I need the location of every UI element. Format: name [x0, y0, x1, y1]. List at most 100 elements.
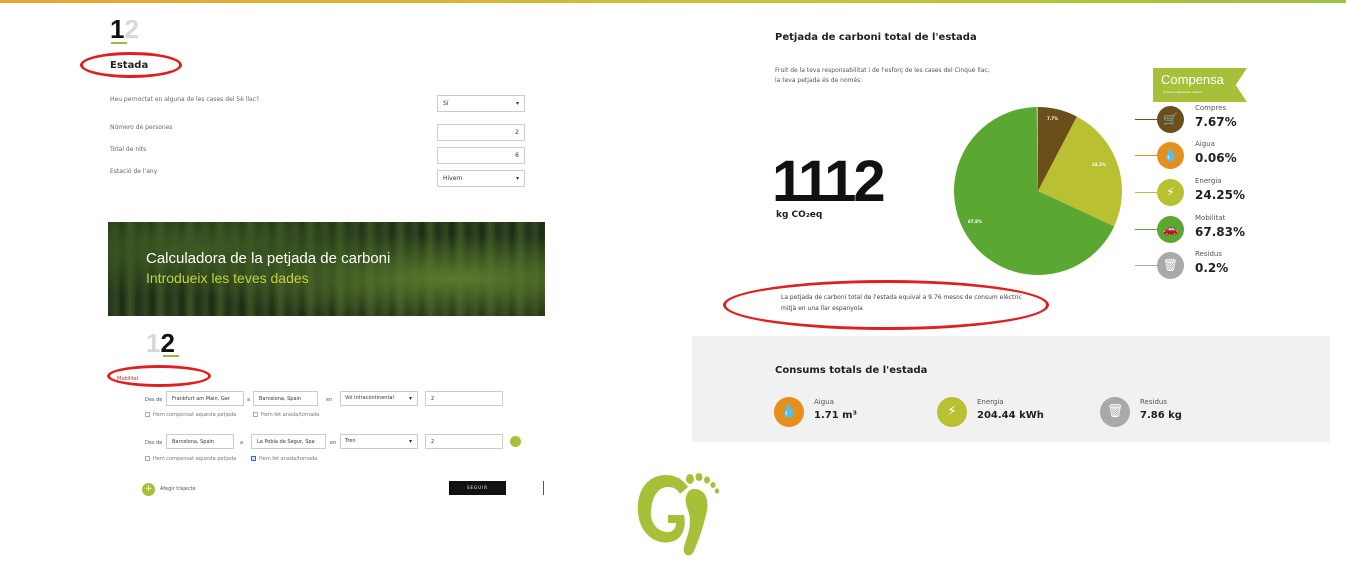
step-number-inactive[interactable]: 1 [146, 328, 160, 358]
trip-from-input[interactable]: Frankfurt am Main, Ger [166, 391, 244, 406]
car-icon: 🚗 [1157, 216, 1184, 243]
legend-percentage: 0.2% [1195, 261, 1229, 275]
pie-slices [954, 107, 1122, 276]
legend-name: Mobilitat [1195, 214, 1226, 222]
legend-row-aigua: 💧 Aigua 0.06% [1135, 140, 1255, 170]
banner-title: Calculadora de la petjada de carboni [146, 250, 391, 267]
step-number-active: 1 [110, 14, 125, 44]
total-name: Residus [1140, 398, 1167, 406]
pie-label-compres: 7.7% [1047, 116, 1059, 121]
step-number-inactive[interactable]: 2 [124, 14, 138, 44]
trip-count-input[interactable]: 2 [425, 434, 503, 449]
checkbox-label: Hem compensat aquesta petjada [153, 412, 237, 418]
nights-input[interactable]: 6 [437, 147, 525, 164]
trip-from-input[interactable]: Barcelona, Spain [166, 434, 234, 449]
total-name: Aigua [814, 398, 834, 406]
footprint-pie-chart [954, 107, 1122, 276]
trip-count-input[interactable]: 2 [425, 391, 503, 406]
legend-percentage: 24.25% [1195, 188, 1245, 202]
trip-to-label: a [247, 397, 251, 403]
select-value: Tren [345, 438, 356, 444]
stay-question-label: Heu pernoctat en alguna de les cases del… [110, 96, 260, 103]
trip-from-label: Des de [145, 440, 163, 446]
legend-connector [1135, 265, 1159, 266]
top-accent-line [0, 0, 1346, 3]
footprint-logo [637, 473, 720, 556]
legend-percentage: 0.06% [1195, 151, 1237, 165]
result-description: Fruit de la teva responsabilitat i de l'… [775, 67, 990, 84]
checkbox-label: Hem compensat aquesta petjada [153, 456, 237, 462]
legend-name: Aigua [1195, 140, 1215, 148]
trip-compensated-checkbox[interactable]: Hem compensat aquesta petjada [145, 456, 236, 462]
trip-to-input[interactable]: Barcelona, Spain [253, 391, 318, 406]
trip-compensated-checkbox[interactable]: Hem compensat aquesta petjada [145, 412, 236, 418]
checkbox[interactable] [251, 456, 256, 461]
next-button[interactable]: SEGUIR [449, 481, 506, 495]
water-drop-icon: 💧 [1157, 142, 1184, 169]
compensa-subtitle: la teva petjada de carboni [1163, 90, 1203, 94]
trip-mode-label: en [330, 440, 337, 446]
legend-connector [1135, 155, 1159, 156]
trip-to-input[interactable]: La Pobla de Segur, Spa [251, 434, 326, 449]
select-value: Sí [443, 100, 449, 107]
season-select[interactable]: Hivern ▾ [437, 170, 525, 187]
persons-label: Número de persones [110, 124, 173, 131]
lightning-icon: ⚡ [1157, 179, 1184, 206]
total-footprint-value: 1112 [772, 149, 886, 214]
step-number-active: 2 [160, 328, 175, 358]
stay-lodging-select[interactable]: Sí ▾ [437, 95, 525, 112]
pie-label-mobilitat: 67.8% [968, 219, 982, 224]
nights-label: Total de nits [110, 146, 147, 153]
lightning-icon: ⚡ [937, 397, 967, 427]
banner-subtitle: Introdueix les teves dades [146, 270, 309, 286]
checkbox[interactable] [145, 412, 150, 417]
legend-connector [1135, 192, 1159, 193]
result-title: Petjada de carboni total de l'estada [775, 32, 977, 43]
water-drop-icon: 💧 [774, 397, 804, 427]
legend-connector [1135, 229, 1159, 230]
remove-trip-button[interactable] [510, 436, 521, 447]
step-underline [111, 42, 127, 44]
select-value: Hivern [443, 175, 463, 182]
trip-roundtrip-checkbox[interactable]: Hem fet anada/tornada [251, 456, 317, 462]
trip-mode-label: en [326, 397, 333, 403]
pie-label-energia: 24.3% [1092, 162, 1106, 167]
legend-row-residus: 🗑 Residus 0.2% [1135, 250, 1255, 280]
trip-from-label: Des de [145, 397, 163, 403]
legend-row-mobilitat: 🚗 Mobilitat 67.83% [1135, 214, 1255, 244]
trip-roundtrip-checkbox[interactable]: Hem fet anada/tornada [253, 412, 319, 418]
trip-mode-select[interactable]: Vol intracontinental ▾ [340, 391, 418, 406]
total-value: 1.71 m³ [814, 410, 857, 421]
add-trip-button[interactable]: Afegir trajecte [160, 486, 196, 492]
season-label: Estació de l'any [110, 168, 158, 175]
total-footprint-unit: kg CO₂eq [776, 210, 823, 220]
equivalence-note: La petjada de carboni total de l'estada … [781, 294, 1022, 312]
trip-mode-select[interactable]: Tren ▾ [340, 434, 418, 449]
legend-percentage: 7.67% [1195, 115, 1237, 129]
annotation-circle-stay [80, 52, 182, 78]
persons-input[interactable]: 2 [437, 124, 525, 141]
plus-icon[interactable]: + [142, 483, 155, 496]
legend-percentage: 67.83% [1195, 225, 1245, 239]
chevron-down-icon: ▾ [408, 438, 412, 445]
select-value: Vol intracontinental [345, 395, 394, 401]
total-value: 204.44 kWh [977, 410, 1044, 421]
legend-row-energia: ⚡ Energia 24.25% [1135, 177, 1255, 207]
legend-row-compres: 🛒 Compres 7.67% [1135, 104, 1255, 134]
cart-icon: 🛒 [1157, 106, 1184, 133]
trash-icon: 🗑 [1100, 397, 1130, 427]
annotation-circle-mobility [107, 365, 211, 387]
step-underline [163, 355, 179, 357]
compensa-title: Compensa [1161, 72, 1224, 87]
hero-banner-forest [108, 222, 545, 316]
checkbox-label: Hem fet anada/tornada [261, 412, 320, 418]
legend-name: Residus [1195, 250, 1222, 258]
compensa-button[interactable]: Compensa la teva petjada de carboni [1153, 68, 1247, 102]
checkbox[interactable] [253, 412, 258, 417]
checkbox[interactable] [145, 456, 150, 461]
legend-name: Compres [1195, 104, 1227, 112]
trip-to-label: a [240, 440, 244, 446]
total-value: 7.86 kg [1140, 410, 1182, 421]
legend-name: Energia [1195, 177, 1222, 185]
chevron-down-icon: ▾ [515, 175, 519, 182]
